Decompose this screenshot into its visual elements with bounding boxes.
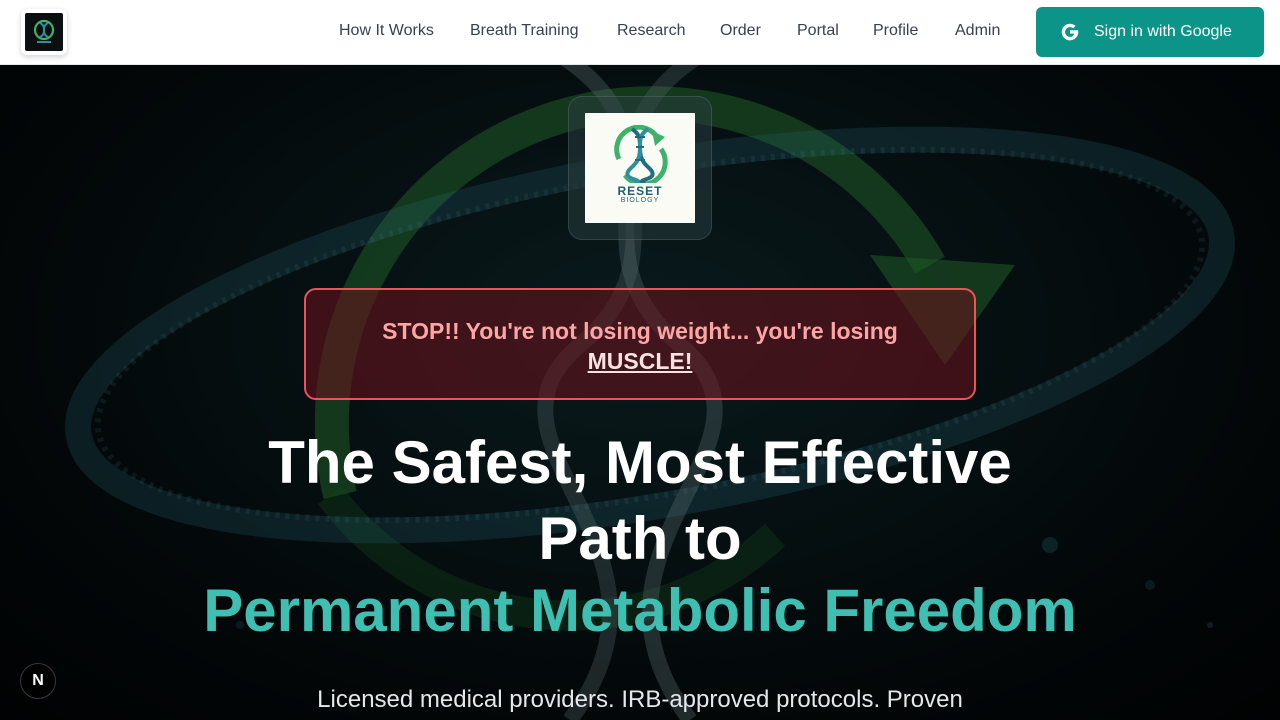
headline-line-2: Path to bbox=[538, 505, 742, 572]
nav-admin[interactable]: Admin bbox=[955, 22, 1000, 40]
nav-profile[interactable]: Profile bbox=[873, 22, 918, 40]
nav-breath-training[interactable]: Breath Training bbox=[470, 22, 579, 40]
site-logo[interactable] bbox=[21, 9, 67, 55]
nextjs-dev-indicator-icon[interactable]: N bbox=[20, 663, 56, 699]
hero-section: RESET BIOLOGY STOP!! You're not losing w… bbox=[0, 65, 1280, 720]
nav-order[interactable]: Order bbox=[720, 22, 761, 40]
muscle-loss-alert-banner: STOP!! You're not losing weight... you'r… bbox=[304, 288, 976, 400]
nav-how-it-works[interactable]: How It Works bbox=[339, 22, 434, 40]
google-icon bbox=[1061, 23, 1079, 41]
hero-subheadline: Licensed medical providers. IRB-approved… bbox=[317, 686, 963, 713]
logo-text-reset: RESET bbox=[617, 184, 663, 198]
reset-biology-logo-icon bbox=[25, 13, 63, 51]
nav-research[interactable]: Research bbox=[617, 22, 685, 40]
dna-recycle-icon bbox=[614, 125, 668, 183]
alert-emphasis: MUSCLE! bbox=[587, 348, 693, 374]
sign-in-with-google-button[interactable]: Sign in with Google bbox=[1036, 7, 1264, 57]
hero-logo: RESET BIOLOGY bbox=[585, 113, 695, 223]
nav-portal[interactable]: Portal bbox=[797, 22, 839, 40]
hero-headline-accent: Permanent Metabolic Freedom bbox=[203, 577, 1077, 644]
hero-logo-card: RESET BIOLOGY bbox=[568, 96, 712, 240]
headline-line-1: The Safest, Most Effective bbox=[268, 429, 1012, 496]
sign-in-label: Sign in with Google bbox=[1094, 23, 1232, 40]
alert-text: STOP!! You're not losing weight... you'r… bbox=[382, 318, 898, 344]
hero-headline: The Safest, Most Effective Path to bbox=[140, 425, 1140, 577]
top-navbar: How It Works Breath Training Research Or… bbox=[0, 0, 1280, 65]
logo-text-biology: BIOLOGY bbox=[620, 197, 660, 204]
